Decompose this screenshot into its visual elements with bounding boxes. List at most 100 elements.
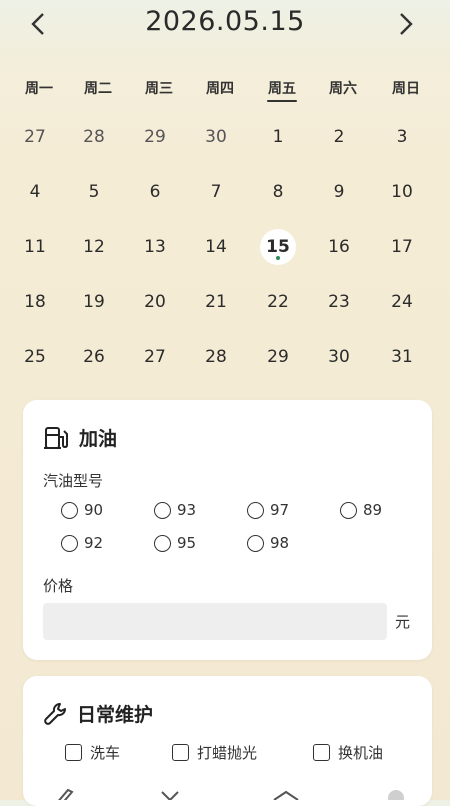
weekday-label: 周三 xyxy=(145,81,173,97)
maintenance-checkbox[interactable]: 洗车 xyxy=(65,742,120,763)
calendar-day[interactable]: 13 xyxy=(133,225,177,269)
calendar-day-label: 30 xyxy=(205,127,227,147)
fuel-option-label: 93 xyxy=(177,501,197,519)
calendar-day-label: 2 xyxy=(333,127,345,147)
calendar-day-label: 16 xyxy=(328,237,350,257)
calendar-day[interactable]: 21 xyxy=(194,280,238,324)
calendar-day-label: 5 xyxy=(88,182,100,202)
calendar-day[interactable]: 27 xyxy=(133,335,177,379)
wrench-icon xyxy=(44,702,67,725)
price-unit: 元 xyxy=(395,613,411,631)
checkbox-box xyxy=(172,744,189,761)
calendar-day[interactable]: 31 xyxy=(380,335,424,379)
fuel-option-radio[interactable]: 97 xyxy=(247,501,289,519)
calendar-day[interactable]: 22 xyxy=(256,280,300,324)
home-tab-icon[interactable] xyxy=(272,786,300,800)
fuel-type-label: 汽油型号 xyxy=(43,472,104,490)
calendar-day[interactable]: 29 xyxy=(133,115,177,159)
calendar-day[interactable]: 10 xyxy=(380,170,424,214)
calendar-day[interactable]: 26 xyxy=(72,335,116,379)
weekday-row: 周一 周二 周三 周四 周五 周六 周日 xyxy=(0,78,450,106)
calendar-day-label: 30 xyxy=(328,347,350,367)
calendar-day[interactable]: 28 xyxy=(194,335,238,379)
calendar-day-label: 19 xyxy=(83,292,105,312)
calendar-day[interactable]: 28 xyxy=(72,115,116,159)
calendar-day[interactable]: 4 xyxy=(13,170,57,214)
maintenance-checkbox[interactable]: 换机油 xyxy=(313,742,383,763)
maintenance-card-title: 日常维护 xyxy=(43,700,153,727)
radio-circle xyxy=(247,501,264,519)
chevron-right-icon xyxy=(400,13,413,35)
calendar-day[interactable]: 27 xyxy=(13,115,57,159)
calendar-day[interactable]: 1 xyxy=(256,115,300,159)
radio-circle xyxy=(340,501,357,519)
weekday-label: 周五 xyxy=(257,78,307,102)
calendar-day-label: 26 xyxy=(83,347,105,367)
calendar-day[interactable]: 12 xyxy=(72,225,116,269)
calendar-day-label: 29 xyxy=(144,127,166,147)
calendar-day-label: 13 xyxy=(144,237,166,257)
calendar-day[interactable]: 30 xyxy=(194,115,238,159)
date-title[interactable]: 2026.05.15 xyxy=(0,6,450,37)
calendar-day-label: 23 xyxy=(328,292,350,312)
calendar-day[interactable]: 8 xyxy=(256,170,300,214)
checkbox-box xyxy=(313,744,330,761)
fuel-option-radio[interactable]: 90 xyxy=(61,501,103,519)
calendar-day[interactable]: 14 xyxy=(194,225,238,269)
fuel-option-radio[interactable]: 92 xyxy=(61,534,103,552)
price-input[interactable] xyxy=(43,603,387,640)
calendar-day[interactable]: 11 xyxy=(13,225,57,269)
maintenance-checkbox[interactable]: 打蜡抛光 xyxy=(172,742,257,763)
profile-tab-icon[interactable] xyxy=(384,786,408,800)
calendar-day-label: 27 xyxy=(144,347,166,367)
close-tab-icon[interactable] xyxy=(158,786,182,800)
fuel-option-label: 90 xyxy=(84,501,104,519)
calendar-day[interactable]: 18 xyxy=(13,280,57,324)
price-label: 价格 xyxy=(43,577,74,595)
maintenance-item-label: 换机油 xyxy=(338,744,384,762)
fuel-pump-icon xyxy=(44,426,68,449)
calendar-day[interactable]: 16 xyxy=(317,225,361,269)
calendar-day[interactable]: 17 xyxy=(380,225,424,269)
calendar-day-label: 9 xyxy=(333,182,345,202)
calendar-day[interactable]: 30 xyxy=(317,335,361,379)
calendar-day[interactable]: 6 xyxy=(133,170,177,214)
maintenance-title-text: 日常维护 xyxy=(77,704,154,726)
maintenance-item-label: 洗车 xyxy=(90,744,121,762)
calendar-grid: 27 28 29 30 1 2 3 4 5 6 7 8 9 10 11 12 13 14 15 16 17 18 19 20 2… xyxy=(0,115,450,385)
calendar-day[interactable]: 23 xyxy=(317,280,361,324)
fuel-option-radio[interactable]: 93 xyxy=(154,501,196,519)
weekday-label: 周六 xyxy=(329,81,357,97)
calendar-day[interactable]: 9 xyxy=(317,170,361,214)
calendar-day[interactable]: 5 xyxy=(72,170,116,214)
calendar-day-label: 25 xyxy=(24,347,46,367)
calendar-day-today[interactable]: 15 xyxy=(260,229,296,265)
fuel-option-label: 89 xyxy=(363,501,383,519)
weekday-label: 周一 xyxy=(25,81,53,97)
edit-tab-icon[interactable] xyxy=(52,786,76,800)
calendar-day-label: 14 xyxy=(205,237,227,257)
calendar-day-label: 6 xyxy=(149,182,161,202)
calendar-day[interactable]: 29 xyxy=(256,335,300,379)
fuel-option-radio[interactable]: 89 xyxy=(340,501,382,519)
calendar-day-label: 15 xyxy=(266,237,290,257)
calendar-day-label: 11 xyxy=(24,237,46,257)
calendar-day[interactable]: 20 xyxy=(133,280,177,324)
calendar-day[interactable]: 24 xyxy=(380,280,424,324)
calendar-day[interactable]: 2 xyxy=(317,115,361,159)
fuel-option-radio[interactable]: 95 xyxy=(154,534,196,552)
weekday-label: 周四 xyxy=(206,81,234,97)
fuel-option-label: 95 xyxy=(177,534,197,552)
event-dot xyxy=(276,256,280,260)
next-month-button[interactable] xyxy=(390,8,422,40)
fuel-option-label: 97 xyxy=(270,501,290,519)
calendar-day[interactable]: 19 xyxy=(72,280,116,324)
radio-circle xyxy=(61,534,78,552)
calendar-day-label: 1 xyxy=(272,127,284,147)
fuel-option-radio[interactable]: 98 xyxy=(247,534,289,552)
calendar-day[interactable]: 7 xyxy=(194,170,238,214)
calendar-day-label: 3 xyxy=(396,127,408,147)
calendar-day[interactable]: 3 xyxy=(380,115,424,159)
weekday-label: 周日 xyxy=(392,81,420,97)
calendar-day[interactable]: 25 xyxy=(13,335,57,379)
